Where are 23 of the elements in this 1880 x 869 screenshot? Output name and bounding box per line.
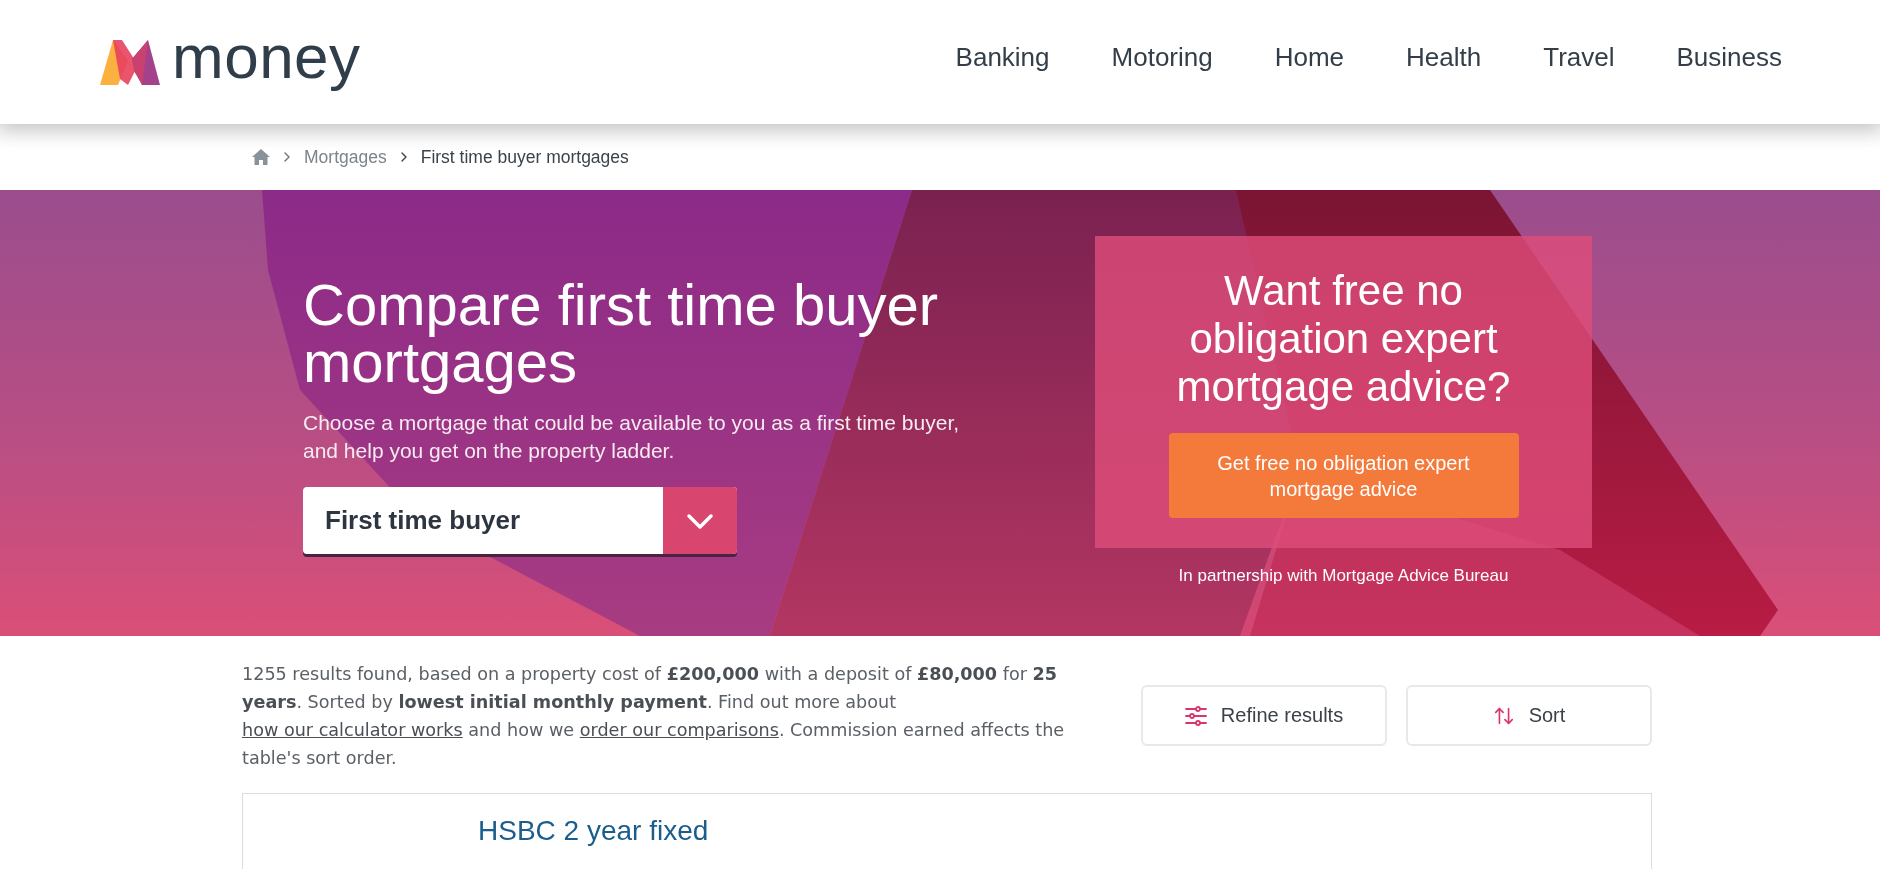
nav-link[interactable]: Banking bbox=[955, 41, 1050, 73]
page-subtitle: Choose a mortgage that could be available to you as a first time buyer, and help you get on the property ladder. bbox=[303, 410, 961, 464]
partnership-note: In partnership with Mortgage Advice Bureau bbox=[1178, 566, 1509, 586]
breadcrumb-link[interactable]: Mortgages bbox=[304, 146, 387, 168]
refine-button[interactable]: Refine results bbox=[1141, 685, 1387, 746]
logo-icon[interactable] bbox=[98, 37, 162, 87]
nav-link[interactable]: Business bbox=[1676, 41, 1782, 73]
sort-button[interactable]: Sort bbox=[1406, 685, 1652, 746]
sliders-icon bbox=[1184, 704, 1207, 727]
advice-title: Want free no obligation expert mortgage advice? bbox=[1175, 267, 1512, 411]
text-link[interactable]: order our comparisons bbox=[579, 720, 779, 740]
home-icon[interactable] bbox=[252, 149, 270, 165]
logo-text[interactable]: money bbox=[172, 26, 361, 98]
text-link[interactable]: how our calculator works bbox=[242, 720, 463, 740]
nav-link[interactable]: Health bbox=[1406, 41, 1482, 73]
results-summary: 1255 results found, based on a property cost of £200,000 with a deposit of £80,000 for 25 years. Sorted by lowest initial monthly payment. Find out more about how our calculator works and how we order our comparisons. Commission earned affects the table's sort order. bbox=[242, 663, 1066, 770]
page-name-text: First time buyer mortgages bbox=[420, 146, 629, 168]
nav-link[interactable]: Home bbox=[1274, 41, 1345, 73]
product-title[interactable]: HSBC 2 year fixed bbox=[478, 814, 709, 848]
chevron-down-icon bbox=[663, 487, 737, 554]
mortgage-type-select[interactable]: First time buyer bbox=[303, 487, 737, 554]
nav-link[interactable]: Motoring bbox=[1111, 41, 1213, 73]
nav-link[interactable]: Travel bbox=[1543, 41, 1615, 73]
